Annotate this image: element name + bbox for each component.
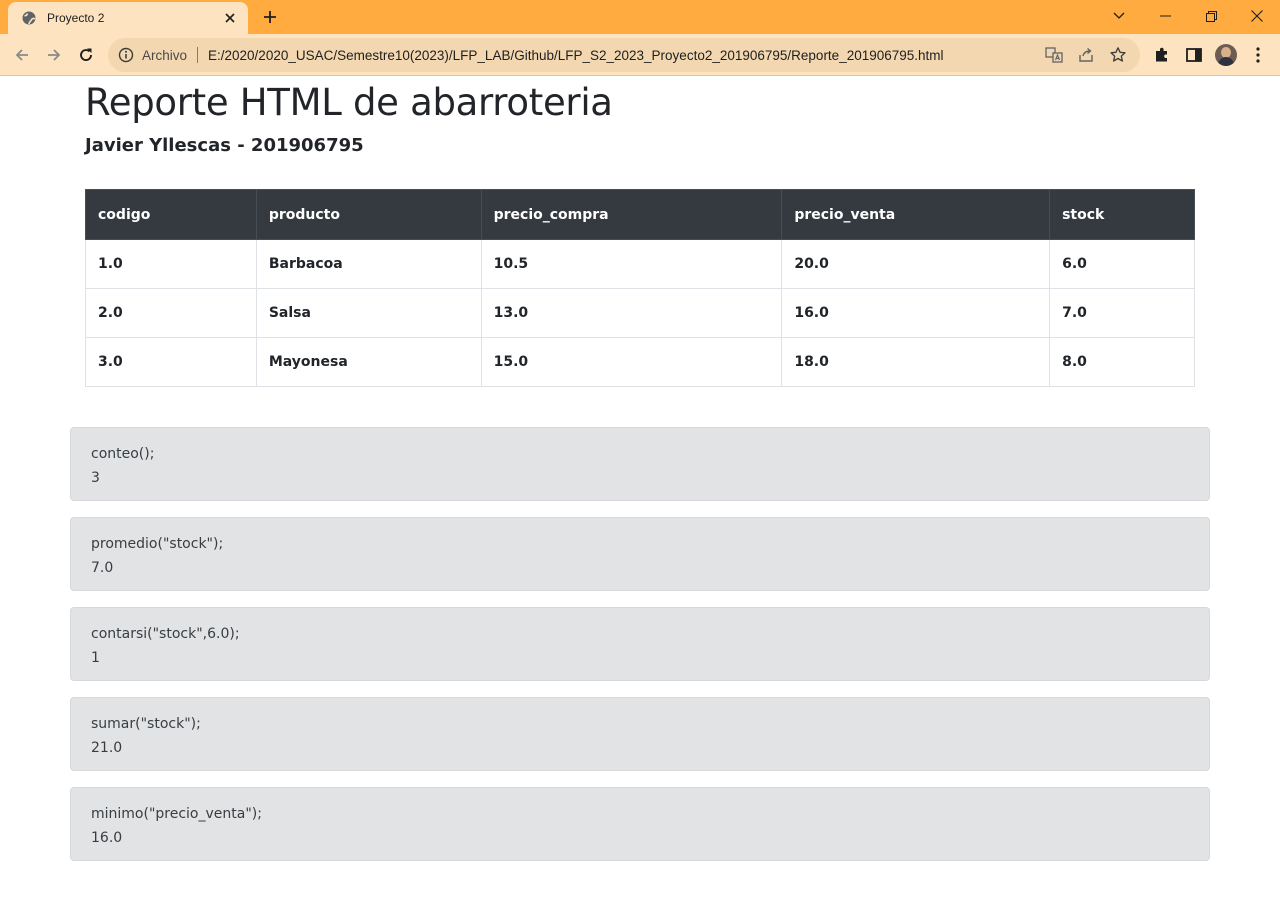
table-cell: Salsa [255,288,482,338]
profile-avatar[interactable] [1215,44,1237,66]
result-expression: minimo("precio_venta"); [91,806,262,822]
column-header: codigo [85,189,257,240]
page-subtitle: Javier Yllescas - 201906795 [85,135,364,156]
table-cell: 1.0 [85,239,257,289]
tab-strip: Proyecto 2 [0,0,1280,34]
page-content: Reporte HTML de abarroteria Javier Ylles… [0,77,1280,919]
result-box-contarsi: contarsi("stock",6.0); 1 [70,607,1210,681]
column-header: producto [255,189,482,240]
result-expression: promedio("stock"); [91,536,224,552]
result-expression: sumar("stock"); [91,716,201,732]
menu-kebab-icon[interactable] [1246,43,1270,67]
address-bar[interactable]: Archivo E:/2020/2020_USAC/Semestre10(202… [108,38,1140,72]
forward-button[interactable] [42,43,66,67]
back-button[interactable] [10,43,34,67]
browser-toolbar: Archivo E:/2020/2020_USAC/Semestre10(202… [0,34,1280,76]
tab-close-icon[interactable] [222,10,238,26]
table-row: 1.0 Barbacoa 10.5 20.0 6.0 [85,239,1195,289]
table-cell: Barbacoa [255,239,482,289]
table-cell: 10.5 [480,239,783,289]
result-value: 1 [91,650,100,666]
extensions-puzzle-icon[interactable] [1150,43,1174,67]
table-row: 2.0 Salsa 13.0 16.0 7.0 [85,288,1195,338]
new-tab-button[interactable] [258,6,282,28]
table-cell: 18.0 [781,337,1051,387]
table-cell: 8.0 [1049,337,1195,387]
table-cell: 20.0 [781,239,1051,289]
restore-button[interactable] [1188,0,1234,32]
minimize-button[interactable] [1142,0,1188,32]
tab-title: Proyecto 2 [47,11,105,25]
table-cell: 6.0 [1049,239,1195,289]
bookmark-star-icon[interactable] [1108,45,1128,65]
result-value: 7.0 [91,560,114,576]
result-box-minimo: minimo("precio_venta"); 16.0 [70,787,1210,861]
avatar-body [1218,57,1234,66]
url-text[interactable]: E:/2020/2020_USAC/Semestre10(2023)/LFP_L… [208,48,1044,63]
table-cell: 7.0 [1049,288,1195,338]
column-header: precio_venta [781,189,1051,240]
result-expression: conteo(); [91,446,155,462]
column-header: stock [1049,189,1195,240]
table-cell: 16.0 [781,288,1051,338]
table-row: 3.0 Mayonesa 15.0 18.0 8.0 [85,337,1195,387]
scheme-label: Archivo [142,47,188,63]
table-cell: 2.0 [85,288,257,338]
result-box-sumar: sumar("stock"); 21.0 [70,697,1210,771]
table-header-row: codigo producto precio_compra precio_ven… [85,189,1195,240]
side-panel-icon[interactable] [1182,43,1206,67]
table-cell: 13.0 [480,288,783,338]
globe-icon [21,10,37,26]
translate-icon[interactable] [1044,45,1064,65]
result-box-conteo: conteo(); 3 [70,427,1210,501]
table-cell: Mayonesa [255,337,482,387]
result-box-promedio: promedio("stock"); 7.0 [70,517,1210,591]
table-cell: 3.0 [85,337,257,387]
info-icon[interactable] [118,47,134,63]
divider [197,47,199,63]
result-value: 16.0 [91,830,123,846]
page-title: Reporte HTML de abarroteria [85,81,613,124]
browser-tab[interactable]: Proyecto 2 [8,2,248,34]
result-value: 21.0 [91,740,123,756]
reload-button[interactable] [74,43,98,67]
share-icon[interactable] [1076,45,1096,65]
inventory-table: codigo producto precio_compra precio_ven… [85,189,1195,387]
tab-search-chevron-icon[interactable] [1096,0,1142,32]
result-value: 3 [91,470,100,486]
table-cell: 15.0 [480,337,783,387]
result-expression: contarsi("stock",6.0); [91,626,240,642]
close-window-button[interactable] [1234,0,1280,32]
column-header: precio_compra [480,189,783,240]
